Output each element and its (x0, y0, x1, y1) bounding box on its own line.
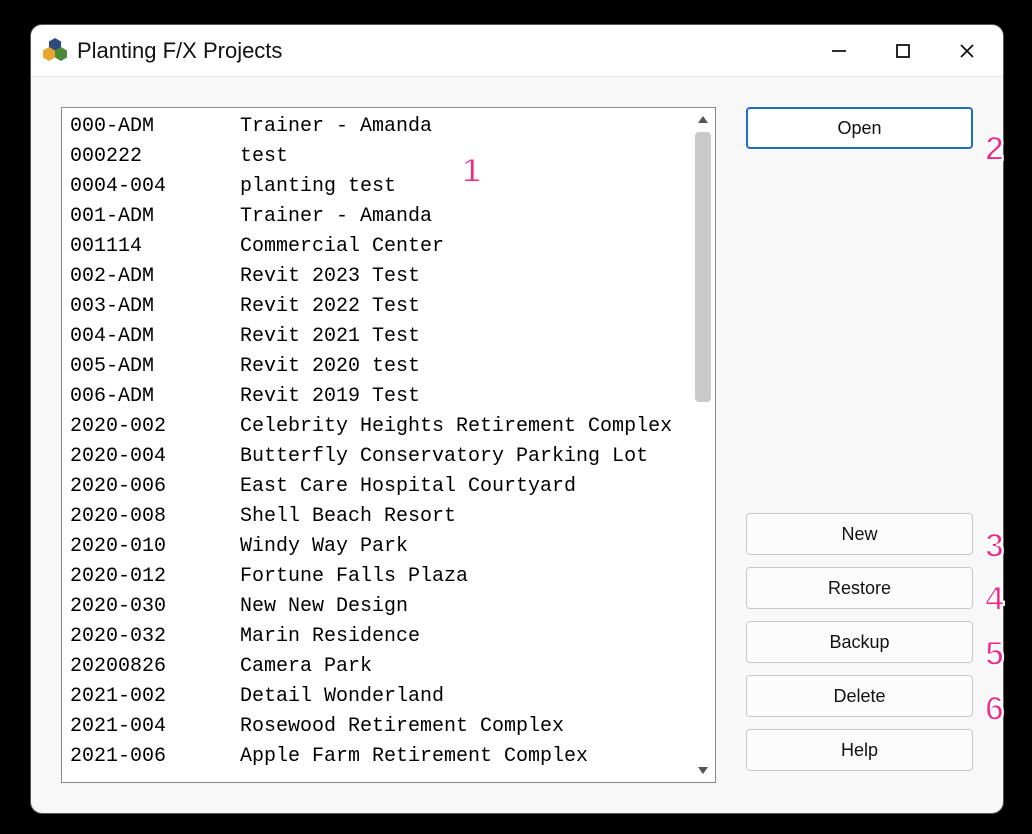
project-row[interactable]: 000-ADMTrainer - Amanda (70, 112, 683, 142)
project-name: Windy Way Park (240, 532, 683, 562)
project-code: 000-ADM (70, 112, 240, 142)
project-code: 2020-032 (70, 622, 240, 652)
project-row[interactable]: 2021-004Rosewood Retirement Complex (70, 712, 683, 742)
project-name: Revit 2023 Test (240, 262, 683, 292)
restore-button[interactable]: Restore (746, 567, 973, 609)
project-listbox[interactable]: 000-ADMTrainer - Amanda000222test0004-00… (61, 107, 716, 783)
project-row[interactable]: 2020-008Shell Beach Resort (70, 502, 683, 532)
project-name: Celebrity Heights Retirement Complex (240, 412, 683, 442)
project-row[interactable]: 004-ADMRevit 2021 Test (70, 322, 683, 352)
project-row[interactable]: 2021-002Detail Wonderland (70, 682, 683, 712)
open-button[interactable]: Open (746, 107, 973, 149)
project-name: Rosewood Retirement Complex (240, 712, 683, 742)
project-code: 003-ADM (70, 292, 240, 322)
minimize-button[interactable] (807, 25, 871, 77)
project-row[interactable]: 2020-030New New Design (70, 592, 683, 622)
projects-dialog: Planting F/X Projects 000-ADMTrainer - A… (30, 24, 1004, 814)
scroll-thumb[interactable] (695, 132, 711, 402)
project-row[interactable]: 2020-004Butterfly Conservatory Parking L… (70, 442, 683, 472)
project-name: Camera Park (240, 652, 683, 682)
window-title: Planting F/X Projects (77, 38, 807, 64)
project-name: Fortune Falls Plaza (240, 562, 683, 592)
delete-button[interactable]: Delete (746, 675, 973, 717)
project-name: East Care Hospital Courtyard (240, 472, 683, 502)
project-name: Commercial Center (240, 232, 683, 262)
scrollbar[interactable] (691, 108, 715, 782)
scroll-track[interactable] (691, 132, 715, 758)
project-row[interactable]: 001114Commercial Center (70, 232, 683, 262)
project-row[interactable]: 000222test (70, 142, 683, 172)
close-button[interactable] (935, 25, 999, 77)
project-code: 2020-030 (70, 592, 240, 622)
project-row[interactable]: 20200826Camera Park (70, 652, 683, 682)
project-name: Trainer - Amanda (240, 202, 683, 232)
project-code: 2020-006 (70, 472, 240, 502)
project-row[interactable]: 002-ADMRevit 2023 Test (70, 262, 683, 292)
project-code: 2020-004 (70, 442, 240, 472)
project-row[interactable]: 0004-004planting test (70, 172, 683, 202)
titlebar: Planting F/X Projects (31, 25, 1003, 77)
project-code: 2021-006 (70, 742, 240, 772)
project-code: 006-ADM (70, 382, 240, 412)
project-row[interactable]: 2020-002Celebrity Heights Retirement Com… (70, 412, 683, 442)
project-row[interactable]: 003-ADMRevit 2022 Test (70, 292, 683, 322)
project-code: 20200826 (70, 652, 240, 682)
project-code: 001114 (70, 232, 240, 262)
project-row[interactable]: 005-ADMRevit 2020 test (70, 352, 683, 382)
project-name: test (240, 142, 683, 172)
project-code: 2020-008 (70, 502, 240, 532)
project-name: Detail Wonderland (240, 682, 683, 712)
project-code: 000222 (70, 142, 240, 172)
project-row[interactable]: 2020-006East Care Hospital Courtyard (70, 472, 683, 502)
project-name: Revit 2020 test (240, 352, 683, 382)
dialog-body: 000-ADMTrainer - Amanda000222test0004-00… (31, 77, 1003, 813)
project-name: planting test (240, 172, 683, 202)
project-row[interactable]: 2021-006Apple Farm Retirement Complex (70, 742, 683, 772)
project-name: Butterfly Conservatory Parking Lot (240, 442, 683, 472)
project-code: 005-ADM (70, 352, 240, 382)
project-name: Trainer - Amanda (240, 112, 683, 142)
project-code: 0004-004 (70, 172, 240, 202)
project-name: Revit 2021 Test (240, 322, 683, 352)
project-code: 2021-004 (70, 712, 240, 742)
project-code: 2021-002 (70, 682, 240, 712)
maximize-button[interactable] (871, 25, 935, 77)
project-code: 2020-002 (70, 412, 240, 442)
project-name: Marin Residence (240, 622, 683, 652)
scroll-up-button[interactable] (691, 108, 715, 132)
project-name: Revit 2019 Test (240, 382, 683, 412)
scroll-down-button[interactable] (691, 758, 715, 782)
button-column: Open New Restore Backup Delete Help (746, 107, 973, 783)
project-code: 2020-010 (70, 532, 240, 562)
backup-button[interactable]: Backup (746, 621, 973, 663)
project-row[interactable]: 006-ADMRevit 2019 Test (70, 382, 683, 412)
project-row[interactable]: 2020-012Fortune Falls Plaza (70, 562, 683, 592)
new-button[interactable]: New (746, 513, 973, 555)
project-name: New New Design (240, 592, 683, 622)
project-row[interactable]: 001-ADMTrainer - Amanda (70, 202, 683, 232)
project-name: Apple Farm Retirement Complex (240, 742, 683, 772)
help-button[interactable]: Help (746, 729, 973, 771)
project-row[interactable]: 2020-010Windy Way Park (70, 532, 683, 562)
project-name: Revit 2022 Test (240, 292, 683, 322)
project-row[interactable]: 2020-032Marin Residence (70, 622, 683, 652)
project-code: 004-ADM (70, 322, 240, 352)
project-code: 002-ADM (70, 262, 240, 292)
project-list-inner: 000-ADMTrainer - Amanda000222test0004-00… (62, 108, 691, 782)
project-name: Shell Beach Resort (240, 502, 683, 532)
project-code: 001-ADM (70, 202, 240, 232)
project-code: 2020-012 (70, 562, 240, 592)
app-icon (41, 37, 69, 65)
